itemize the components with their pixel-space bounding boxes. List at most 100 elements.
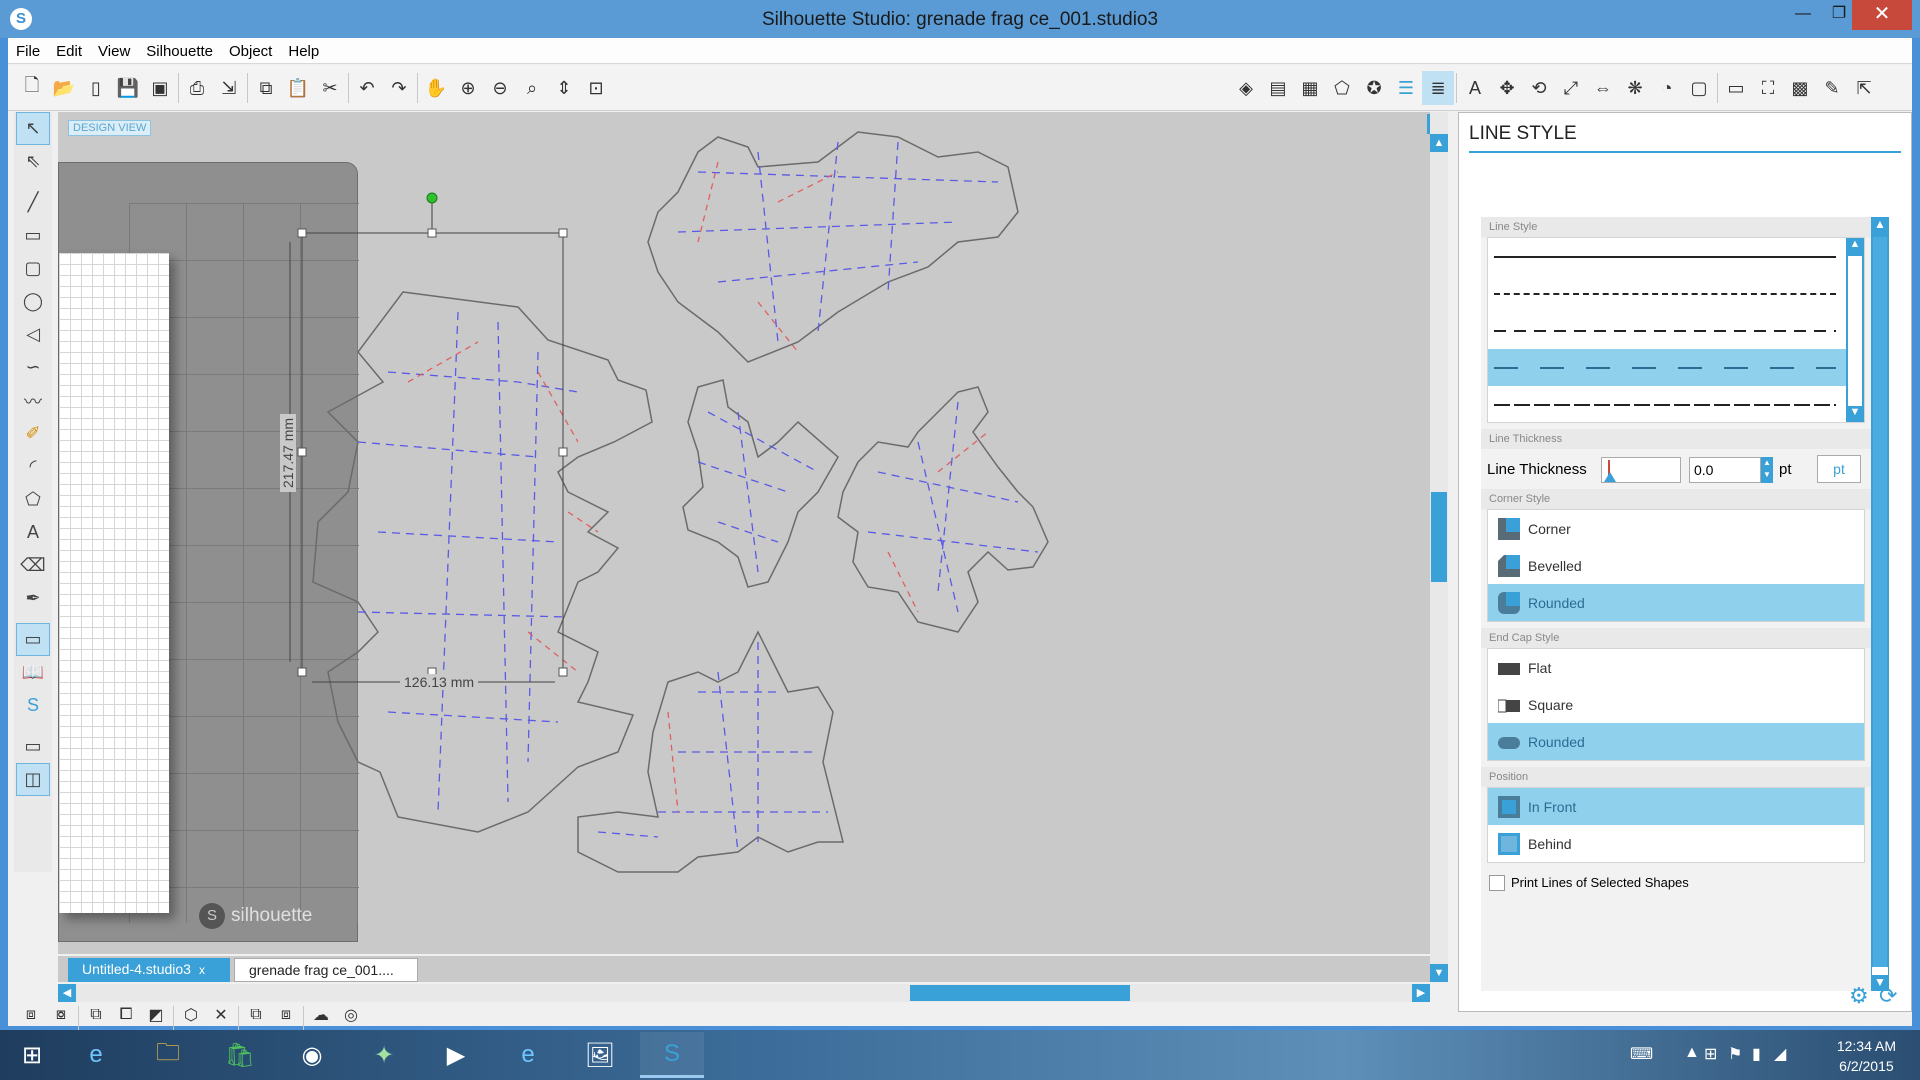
position-option-in-front[interactable]: In Front — [1488, 788, 1864, 825]
save-icon[interactable]: 💾 — [112, 71, 144, 105]
internet-explorer-icon[interactable]: e — [64, 1032, 128, 1078]
menu-view[interactable]: View — [90, 38, 138, 60]
line-thickness-input[interactable]: 0.0 — [1689, 457, 1761, 483]
resize-handle[interactable] — [297, 447, 307, 457]
photos-icon[interactable]: 🖼 — [568, 1032, 632, 1078]
shape-outline[interactable] — [647, 131, 1019, 363]
line-style-option-dash-alt[interactable] — [1488, 386, 1864, 422]
release-compound-icon[interactable]: ⧠ — [111, 1004, 141, 1026]
panel-scrollbar[interactable]: ▲ ▼ — [1871, 217, 1889, 991]
keyboard-icon[interactable]: ⌨ — [1630, 1044, 1653, 1064]
zoom-in-icon[interactable]: ⊕ — [452, 71, 484, 105]
print-lines-checkbox[interactable] — [1489, 875, 1505, 891]
design-page-icon[interactable]: ▭ — [16, 623, 50, 656]
rounded-rectangle-tool-icon[interactable]: ▢ — [16, 252, 50, 285]
maps-icon[interactable]: ✦ — [352, 1032, 416, 1078]
ellipse-tool-icon[interactable]: ◯ — [16, 285, 50, 318]
settings-gear-icon[interactable]: ⚙ — [1849, 983, 1869, 1009]
new-file-icon[interactable]: 🗋 — [16, 71, 48, 105]
send-to-cutter-icon[interactable]: ⇲ — [213, 71, 245, 105]
tab-untitled-4[interactable]: Untitled-4.studio3 x — [68, 958, 230, 982]
fill-color-icon[interactable]: ◈ — [1230, 71, 1262, 105]
select-all-icon[interactable]: ⬡ — [176, 1004, 206, 1026]
scroll-left-icon[interactable]: ◀ — [58, 984, 76, 1002]
line-style-list-scrollbar[interactable]: ▲ ▼ — [1846, 238, 1864, 422]
library-icon[interactable]: ▯ — [80, 71, 112, 105]
tab-close-icon[interactable]: x — [199, 963, 205, 977]
cut-settings-icon[interactable]: ✎ — [1816, 71, 1848, 105]
drag-zoom-icon[interactable]: ⇕ — [548, 71, 580, 105]
knife-tool-icon[interactable]: ✒ — [16, 582, 50, 615]
line-tool-icon[interactable]: ╱ — [16, 186, 50, 219]
shape-outline[interactable] — [682, 379, 839, 588]
panel-scroll-up-icon[interactable]: ▲ — [1871, 217, 1889, 231]
shape-group-left[interactable] — [312, 131, 1049, 873]
flag-icon[interactable]: ⚑ — [1728, 1044, 1742, 1064]
tab-grenade-frag[interactable]: grenade frag ce_001....x — [234, 958, 418, 994]
line-style-option-solid[interactable] — [1488, 238, 1864, 275]
bring-to-front-icon[interactable]: ⧉ — [241, 1004, 271, 1026]
print-lines-row[interactable]: Print Lines of Selected Shapes — [1481, 869, 1871, 893]
end-cap-option-flat[interactable]: Flat — [1488, 649, 1864, 686]
fill-gradient-icon[interactable]: ▤ — [1262, 71, 1294, 105]
registration-icon[interactable]: ⛶ — [1752, 71, 1784, 105]
vertical-scroll-thumb[interactable] — [1431, 492, 1447, 582]
corner-option-rounded[interactable]: Rounded — [1488, 584, 1864, 621]
battery-icon[interactable]: ▮ — [1752, 1044, 1761, 1064]
fit-to-page-icon[interactable]: ⊡ — [580, 71, 612, 105]
tray-expand-icon[interactable]: ▲ — [1684, 1044, 1700, 1062]
replicate-icon[interactable]: ❋ — [1619, 71, 1651, 105]
select-tool-icon[interactable]: ↖ — [16, 112, 50, 145]
text-tool-icon[interactable]: A — [16, 516, 50, 549]
trace-icon[interactable]: ☁ — [306, 1004, 336, 1026]
horizontal-scroll-thumb[interactable] — [910, 985, 1130, 1001]
menu-file[interactable]: File — [8, 38, 48, 60]
line-color-bars-icon[interactable]: ☰ — [1390, 71, 1422, 105]
end-cap-option-rounded[interactable]: Rounded — [1488, 723, 1864, 760]
send-to-back-icon[interactable]: ⧈ — [271, 1004, 301, 1026]
line-style-option-fine-dash[interactable] — [1488, 275, 1864, 312]
list-scroll-down-icon[interactable]: ▼ — [1846, 406, 1864, 418]
resize-handle[interactable] — [558, 667, 568, 677]
ungroup-icon[interactable]: ⧇ — [46, 1004, 76, 1026]
eraser-tool-icon[interactable]: ⌫ — [16, 549, 50, 582]
shape-outline[interactable] — [837, 386, 1049, 633]
open-file-icon[interactable]: 📂 — [48, 71, 80, 105]
papercraft-shapes[interactable] — [58, 112, 1430, 954]
delete-icon[interactable]: ✕ — [206, 1004, 236, 1026]
make-compound-icon[interactable]: ⧉ — [81, 1004, 111, 1026]
panel-scroll-thumb[interactable] — [1872, 967, 1888, 975]
line-thickness-slider[interactable] — [1601, 457, 1681, 483]
rotate-handle[interactable] — [426, 192, 438, 204]
scroll-up-icon[interactable]: ▲ — [1430, 134, 1448, 152]
refresh-icon[interactable]: ⟳ — [1879, 983, 1897, 1009]
menu-silhouette[interactable]: Silhouette — [138, 38, 221, 60]
chrome-icon[interactable]: ◉ — [280, 1032, 344, 1078]
canvas-vertical-scrollbar[interactable]: ▲ ▼ — [1430, 112, 1448, 982]
store-icon[interactable]: 🛍 — [208, 1032, 272, 1078]
page-setup-icon[interactable]: ▭ — [1720, 71, 1752, 105]
resize-handle[interactable] — [558, 447, 568, 457]
rectangle-tool-icon[interactable]: ▭ — [16, 219, 50, 252]
start-button-icon[interactable]: ⊞ — [0, 1032, 64, 1078]
save-library-icon[interactable]: ▣ — [144, 71, 176, 105]
menu-object[interactable]: Object — [221, 38, 280, 60]
resize-handle[interactable] — [558, 228, 568, 238]
split-view-icon[interactable]: ◫ — [16, 763, 50, 796]
copy-icon[interactable]: ⧉ — [250, 71, 282, 105]
freehand-tool-icon[interactable]: 〰 — [16, 384, 50, 417]
file-explorer-icon[interactable]: 🗀 — [136, 1032, 200, 1078]
move-icon[interactable]: ⇔ — [1587, 71, 1619, 105]
thickness-stepper-icon[interactable]: ▲ ▼ — [1761, 457, 1773, 483]
shadow-icon[interactable]: ✪ — [1358, 71, 1390, 105]
corner-option-corner[interactable]: Corner — [1488, 510, 1864, 547]
line-style-list[interactable]: ▲ ▼ — [1487, 237, 1865, 423]
panel-scroll-track[interactable] — [1873, 237, 1887, 967]
send-icon[interactable]: ⇱ — [1848, 71, 1880, 105]
menu-help[interactable]: Help — [280, 38, 327, 60]
internet-explorer-2-icon[interactable]: e — [496, 1032, 560, 1078]
position-option-behind[interactable]: Behind — [1488, 825, 1864, 862]
list-scroll-track[interactable] — [1848, 256, 1862, 406]
transform-icon[interactable]: ✥ — [1491, 71, 1523, 105]
end-cap-option-square[interactable]: Square — [1488, 686, 1864, 723]
